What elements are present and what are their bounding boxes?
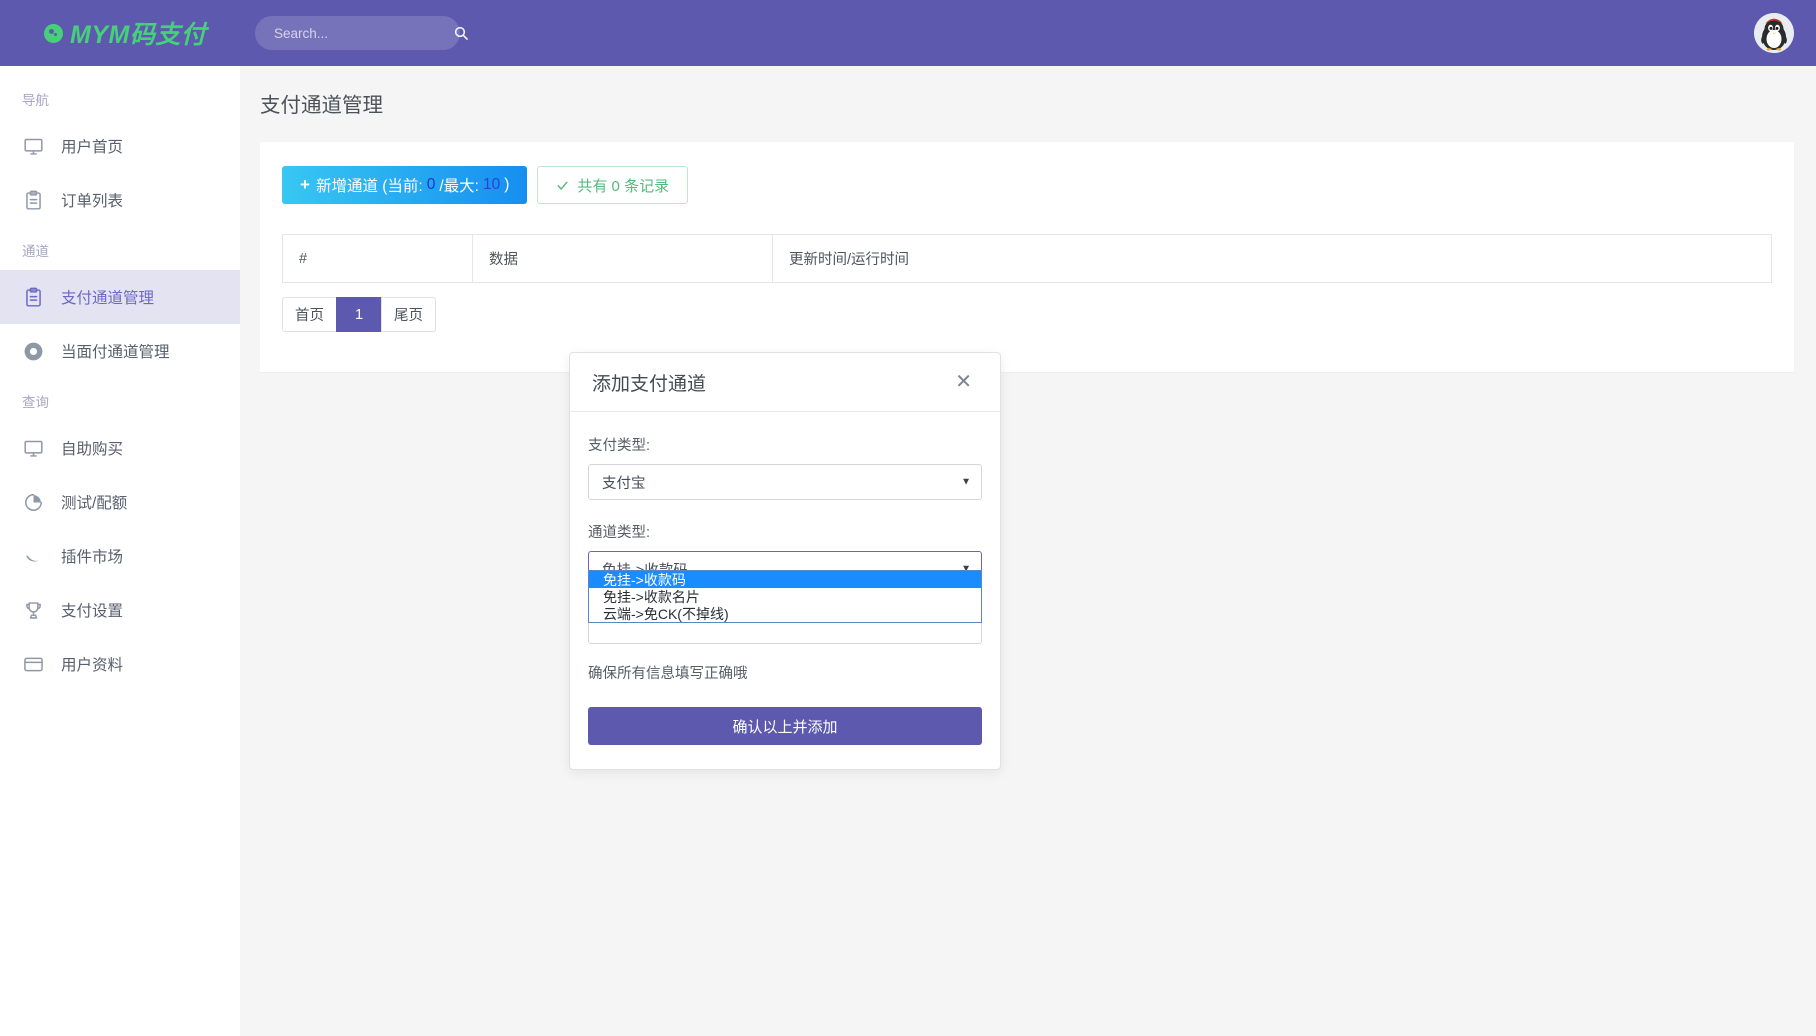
table-column-data: 数据 bbox=[473, 235, 773, 283]
moon-icon bbox=[22, 545, 44, 567]
trophy-icon bbox=[22, 599, 44, 621]
pay-type-label: 支付类型: bbox=[588, 434, 982, 455]
sidebar-item-payment-channel-management[interactable]: 支付通道管理 bbox=[0, 270, 240, 324]
sidebar-item-label: 用户首页 bbox=[61, 135, 123, 157]
pagination-first[interactable]: 首页 bbox=[282, 297, 337, 332]
modal-hint: 确保所有信息填写正确哦 bbox=[588, 662, 982, 683]
modal-header: 添加支付通道 ✕ bbox=[570, 353, 1000, 412]
chevron-down-icon: ▼ bbox=[961, 477, 971, 488]
credit-card-icon bbox=[22, 653, 44, 675]
add-channel-text-middle: /最大: bbox=[439, 174, 479, 196]
brand-logo[interactable]: MYM码支付 bbox=[0, 15, 240, 51]
search-box[interactable] bbox=[255, 16, 460, 50]
sidebar-item-label: 支付通道管理 bbox=[61, 286, 154, 308]
record-count-label: 共有 0 条记录 bbox=[577, 175, 669, 196]
modal-body: 支付类型: 支付宝 ▼ 通道类型: 免挂->收款码 ▼ 免挂->收款码 免挂->… bbox=[570, 412, 1000, 769]
monitor-icon bbox=[22, 135, 44, 157]
channel-card: + 新增通道 (当前: 0 /最大: 10 ) 共有 0 条记录 # 数据 更新… bbox=[260, 142, 1794, 372]
table-column-index: # bbox=[283, 235, 473, 283]
table-header-row: # 数据 更新时间/运行时间 bbox=[283, 235, 1772, 283]
sidebar-section-channel: 通道 bbox=[0, 227, 240, 270]
lifebuoy-icon bbox=[22, 340, 44, 362]
page-title: 支付通道管理 bbox=[240, 66, 1816, 118]
pay-type-select[interactable]: 支付宝 ▼ bbox=[588, 464, 982, 500]
sidebar-item-self-purchase[interactable]: 自助购买 bbox=[0, 421, 240, 475]
pie-chart-icon bbox=[22, 491, 44, 513]
dropdown-option-1[interactable]: 免挂->收款名片 bbox=[589, 588, 981, 605]
dropdown-option-0[interactable]: 免挂->收款码 bbox=[589, 571, 981, 588]
dropdown-option-2[interactable]: 云端->免CK(不掉线) bbox=[589, 605, 981, 622]
sidebar-item-label: 插件市场 bbox=[61, 545, 123, 567]
current-channel-count: 0 bbox=[427, 176, 436, 194]
clipboard-icon bbox=[22, 189, 44, 211]
clipboard-icon bbox=[22, 286, 44, 308]
modal-title: 添加支付通道 bbox=[592, 369, 706, 396]
record-count-button[interactable]: 共有 0 条记录 bbox=[537, 166, 688, 204]
pagination: 首页 1 尾页 bbox=[282, 297, 1772, 332]
sidebar-item-label: 当面付通道管理 bbox=[61, 340, 170, 362]
sidebar-item-order-list[interactable]: 订单列表 bbox=[0, 173, 240, 227]
channel-type-label: 通道类型: bbox=[588, 521, 982, 542]
add-channel-text-after: ) bbox=[504, 176, 509, 194]
add-channel-text-before: 新增通道 (当前: bbox=[316, 174, 423, 196]
circle-logo-icon bbox=[44, 24, 63, 43]
sidebar-item-label: 支付设置 bbox=[61, 599, 123, 621]
plus-icon: + bbox=[300, 175, 310, 195]
table-column-time: 更新时间/运行时间 bbox=[773, 235, 1772, 283]
search-icon[interactable] bbox=[453, 25, 469, 41]
confirm-add-button[interactable]: 确认以上并添加 bbox=[588, 707, 982, 745]
channel-type-dropdown[interactable]: 免挂->收款码 免挂->收款名片 云端->免CK(不掉线) bbox=[588, 570, 982, 623]
pay-type-value: 支付宝 bbox=[602, 472, 646, 493]
sidebar-item-user-profile[interactable]: 用户资料 bbox=[0, 637, 240, 691]
pagination-page-1[interactable]: 1 bbox=[336, 297, 382, 332]
sidebar-item-test-quota[interactable]: 测试/配额 bbox=[0, 475, 240, 529]
add-channel-button[interactable]: + 新增通道 (当前: 0 /最大: 10 ) bbox=[282, 166, 527, 204]
sidebar-item-user-home[interactable]: 用户首页 bbox=[0, 119, 240, 173]
brand-name: MYM码支付 bbox=[70, 15, 206, 51]
top-bar: MYM码支付 bbox=[0, 0, 1816, 66]
sidebar-section-nav: 导航 bbox=[0, 76, 240, 119]
toolbar: + 新增通道 (当前: 0 /最大: 10 ) 共有 0 条记录 bbox=[282, 166, 1772, 204]
sidebar-item-plugin-market[interactable]: 插件市场 bbox=[0, 529, 240, 583]
sidebar-item-payment-settings[interactable]: 支付设置 bbox=[0, 583, 240, 637]
sidebar-item-label: 测试/配额 bbox=[61, 491, 127, 513]
monitor-icon bbox=[22, 437, 44, 459]
avatar[interactable] bbox=[1754, 13, 1794, 53]
qq-penguin-avatar bbox=[1754, 13, 1794, 53]
sidebar-item-label: 用户资料 bbox=[61, 653, 123, 675]
max-channel-count: 10 bbox=[483, 176, 500, 194]
close-icon[interactable]: ✕ bbox=[949, 371, 978, 393]
sidebar-item-facepay-channel-management[interactable]: 当面付通道管理 bbox=[0, 324, 240, 378]
sidebar-item-label: 自助购买 bbox=[61, 437, 123, 459]
channel-table: # 数据 更新时间/运行时间 bbox=[282, 234, 1772, 283]
sidebar: 导航 用户首页 订单列表 通道 支付通道管理 bbox=[0, 66, 240, 1036]
sidebar-section-query: 查询 bbox=[0, 378, 240, 421]
search-input[interactable] bbox=[272, 25, 453, 42]
check-icon bbox=[556, 179, 569, 192]
add-payment-channel-modal: 添加支付通道 ✕ 支付类型: 支付宝 ▼ 通道类型: 免挂->收款码 ▼ 免挂-… bbox=[569, 352, 1001, 770]
pagination-last[interactable]: 尾页 bbox=[381, 297, 436, 332]
main-content: 支付通道管理 + 新增通道 (当前: 0 /最大: 10 ) 共有 0 条记录 … bbox=[240, 66, 1816, 1036]
sidebar-item-label: 订单列表 bbox=[61, 189, 123, 211]
